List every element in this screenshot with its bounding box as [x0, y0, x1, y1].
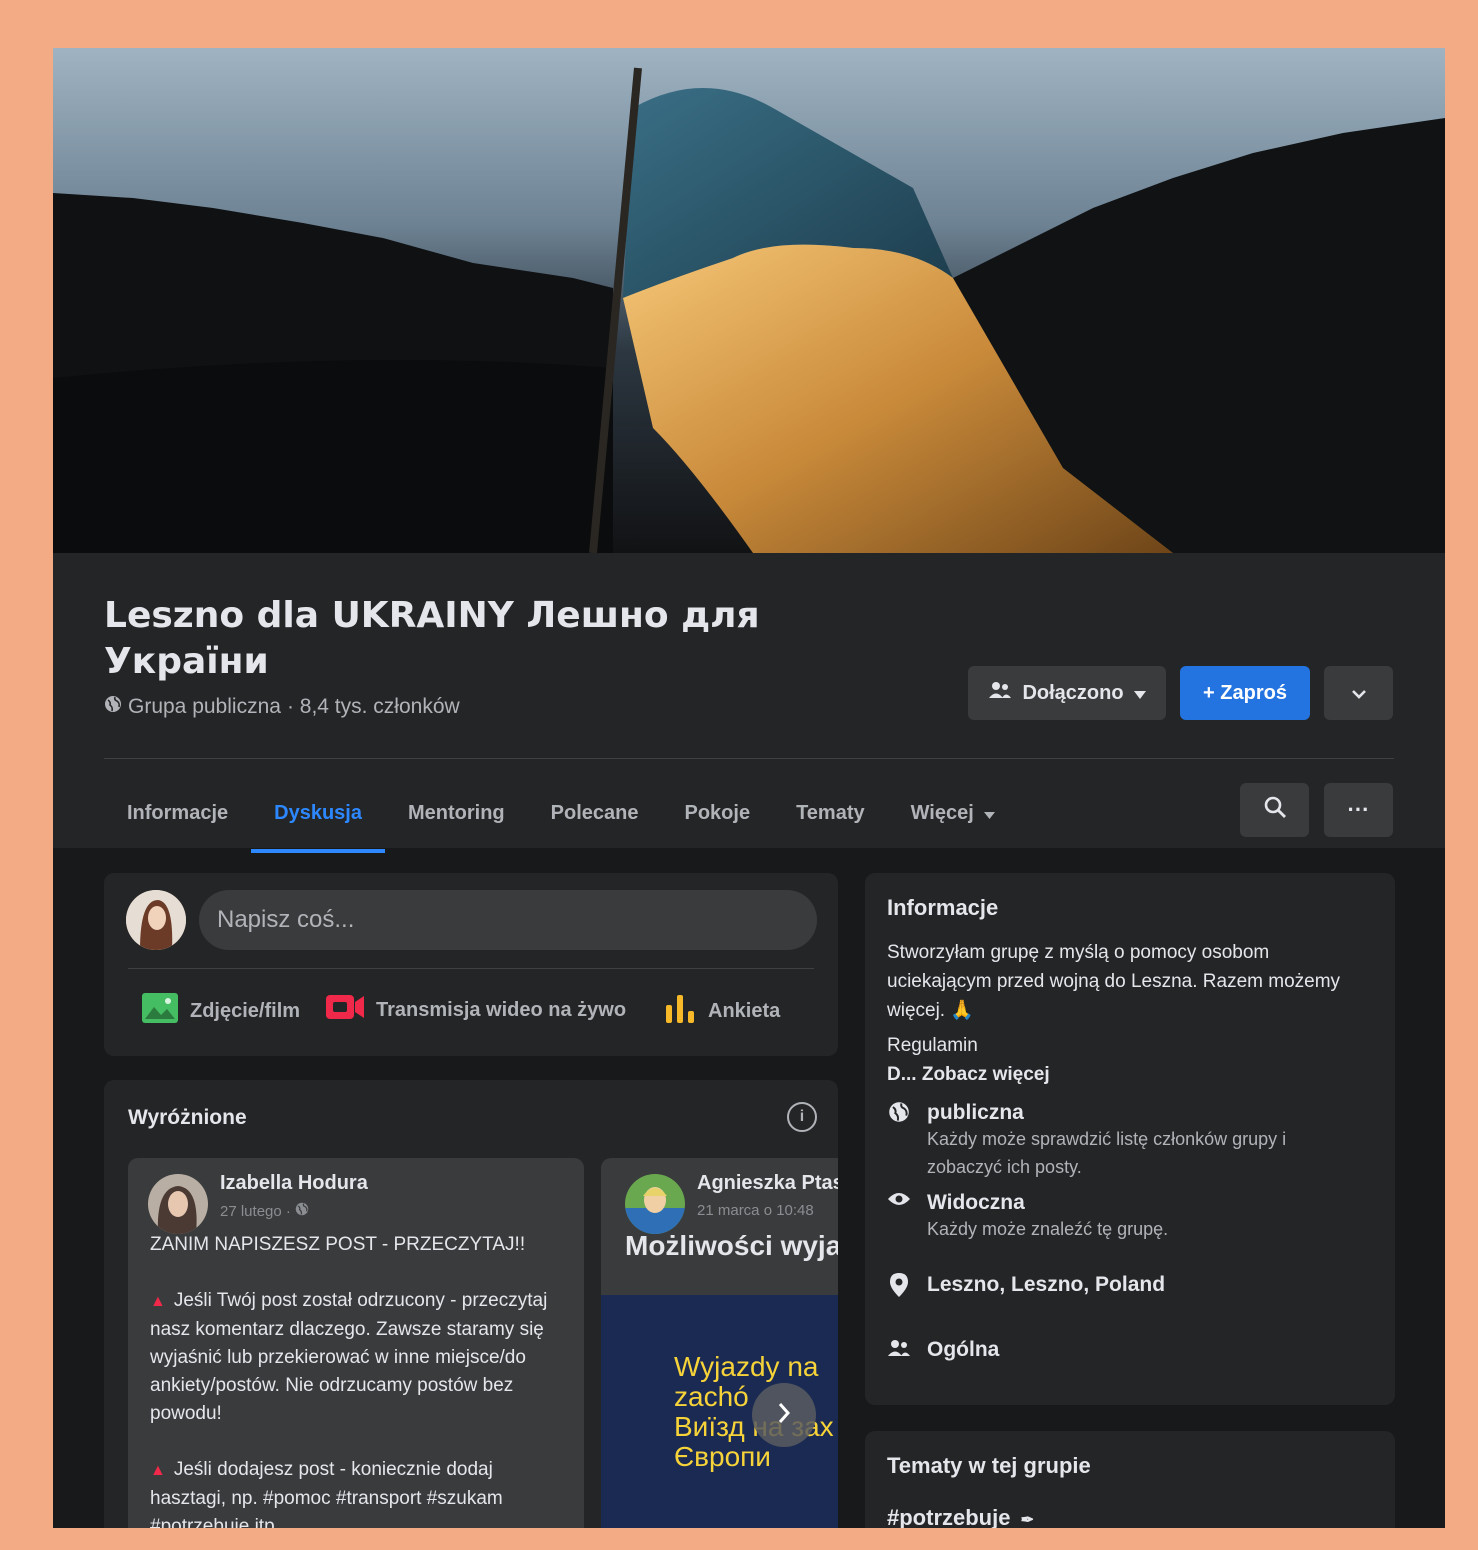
- topic-tag[interactable]: #potrzebuje ✒: [887, 1505, 1034, 1528]
- chevron-down-icon: [1351, 682, 1367, 705]
- group-title: Leszno dla UKRAINY Лешно для України: [104, 595, 760, 682]
- poll-icon: [664, 993, 696, 1029]
- joined-button[interactable]: Dołączono: [968, 666, 1166, 720]
- topics-title: Tematy w tej grupie: [887, 1453, 1091, 1478]
- privacy-row: publiczna Każdy może sprawdzić listę czł…: [887, 1101, 1347, 1181]
- group-header: Leszno dla UKRAINY Лешно для України Gru…: [53, 553, 1445, 853]
- group-members[interactable]: · 8,4 tys. członków: [287, 695, 460, 719]
- search-button[interactable]: [1240, 783, 1309, 837]
- header-divider: [104, 758, 1394, 759]
- eye-icon: [887, 1191, 911, 1243]
- post-author[interactable]: Agnieszka Ptas: [697, 1172, 838, 1195]
- tab-polecane[interactable]: Polecane: [528, 773, 662, 853]
- user-avatar[interactable]: [126, 890, 186, 950]
- location-text[interactable]: Leszno, Leszno, Poland: [927, 1273, 1165, 1297]
- featured-post[interactable]: Izabella Hodura 27 lutego · ZANIM NAPISZ…: [128, 1158, 584, 1528]
- invite-button[interactable]: + Zaproś: [1180, 666, 1310, 720]
- post-author[interactable]: Izabella Hodura: [220, 1172, 368, 1195]
- invite-label: + Zaproś: [1203, 681, 1287, 704]
- tab-mentoring[interactable]: Mentoring: [385, 773, 528, 853]
- category-text: Ogólna: [927, 1338, 1000, 1361]
- globe-icon: [887, 1101, 911, 1181]
- people-icon: [887, 1338, 911, 1362]
- group-tabs: Informacje Dyskusja Mentoring Polecane P…: [104, 773, 1018, 853]
- privacy-description: Każdy może sprawdzić listę członków grup…: [927, 1129, 1287, 1177]
- poll-button[interactable]: Ankieta: [664, 993, 780, 1029]
- privacy-title: publiczna: [927, 1101, 1024, 1124]
- live-video-icon: [326, 993, 364, 1027]
- category-row: Ogólna: [887, 1338, 999, 1362]
- location-row: Leszno, Leszno, Poland: [887, 1273, 1165, 1297]
- photo-icon: [142, 993, 178, 1029]
- joined-label: Dołączono: [1022, 681, 1124, 704]
- post-paragraph: ▲ Jeśli dodajesz post - koniecznie dodaj …: [150, 1459, 503, 1528]
- caret-down-icon: [1133, 682, 1146, 705]
- info-icon[interactable]: i: [787, 1102, 817, 1132]
- group-privacy: Grupa publiczna: [128, 695, 281, 718]
- post-paragraph: ▲ Jeśli Twój post został odrzucony - prze…: [150, 1290, 548, 1424]
- visibility-description: Każdy może znaleźć tę grupę.: [927, 1219, 1169, 1239]
- caret-down-icon: [983, 802, 995, 825]
- live-video-button[interactable]: Transmisja wideo na żywo: [326, 993, 626, 1027]
- location-pin-icon: [887, 1273, 911, 1297]
- tab-dyskusja[interactable]: Dyskusja: [251, 773, 385, 853]
- more-options-button[interactable]: [1324, 666, 1393, 720]
- globe-icon: [104, 695, 122, 719]
- facebook-group-page: Leszno dla UKRAINY Лешно для України Gru…: [53, 48, 1445, 1528]
- post-heading: ZANIM NAPISZESZ POST - PRZECZYTAJ!!: [150, 1234, 526, 1255]
- post-composer: Napisz coś... Zdjęcie/film Transmisja wi…: [104, 873, 838, 1056]
- ellipsis-icon: ···: [1347, 797, 1370, 822]
- carousel-next-button[interactable]: [752, 1383, 816, 1447]
- globe-icon: [295, 1202, 309, 1220]
- warning-icon: ▲: [150, 1293, 166, 1310]
- composer-input[interactable]: Napisz coś...: [199, 890, 817, 950]
- post-text: ZANIM NAPISZESZ POST - PRZECZYTAJ!! ▲ Jeś…: [150, 1231, 570, 1528]
- about-title: Informacje: [887, 895, 999, 920]
- featured-post[interactable]: Agnieszka Ptas 21 marca o 10:48 Możliwoś…: [601, 1158, 838, 1528]
- visibility-title: Widoczna: [927, 1191, 1025, 1214]
- search-icon: [1263, 795, 1287, 825]
- photo-video-button[interactable]: Zdjęcie/film: [142, 993, 300, 1029]
- author-avatar[interactable]: [625, 1174, 685, 1234]
- composer-divider: [128, 968, 814, 969]
- rules-label: Regulamin: [887, 1035, 978, 1056]
- featured-title: Wyróżnione: [128, 1106, 247, 1129]
- post-date[interactable]: 27 lutego ·: [220, 1202, 309, 1220]
- author-avatar[interactable]: [148, 1174, 208, 1234]
- pin-icon: ✒: [1020, 1512, 1034, 1528]
- tab-wiecej[interactable]: Więcej: [888, 773, 1018, 853]
- tab-tematy[interactable]: Tematy: [773, 773, 888, 853]
- warning-icon: ▲: [150, 1462, 166, 1479]
- see-more-link[interactable]: D... Zobacz więcej: [887, 1060, 1377, 1089]
- featured-section: Wyróżnione i Izabella Hodura 27 lutego ·…: [104, 1080, 838, 1528]
- more-menu-button[interactable]: ···: [1324, 783, 1393, 837]
- chevron-right-icon: [777, 1398, 791, 1432]
- about-description: Stworzyłam grupę z myślą o pomocy osobom…: [887, 938, 1377, 1089]
- visibility-row: Widoczna Każdy może znaleźć tę grupę.: [887, 1191, 1347, 1243]
- topics-card: Tematy w tej grupie #potrzebuje ✒: [865, 1431, 1395, 1528]
- tab-pokoje[interactable]: Pokoje: [661, 773, 773, 853]
- post-date[interactable]: 21 marca o 10:48: [697, 1202, 814, 1219]
- post-heading: Możliwości wyja: [625, 1230, 838, 1261]
- about-card: Informacje Stworzyłam grupę z myślą o po…: [865, 873, 1395, 1405]
- cover-photo: [53, 48, 1445, 553]
- group-meta: Grupa publiczna · 8,4 tys. członków: [104, 695, 460, 719]
- tab-informacje[interactable]: Informacje: [104, 773, 251, 853]
- people-icon: [988, 680, 1012, 706]
